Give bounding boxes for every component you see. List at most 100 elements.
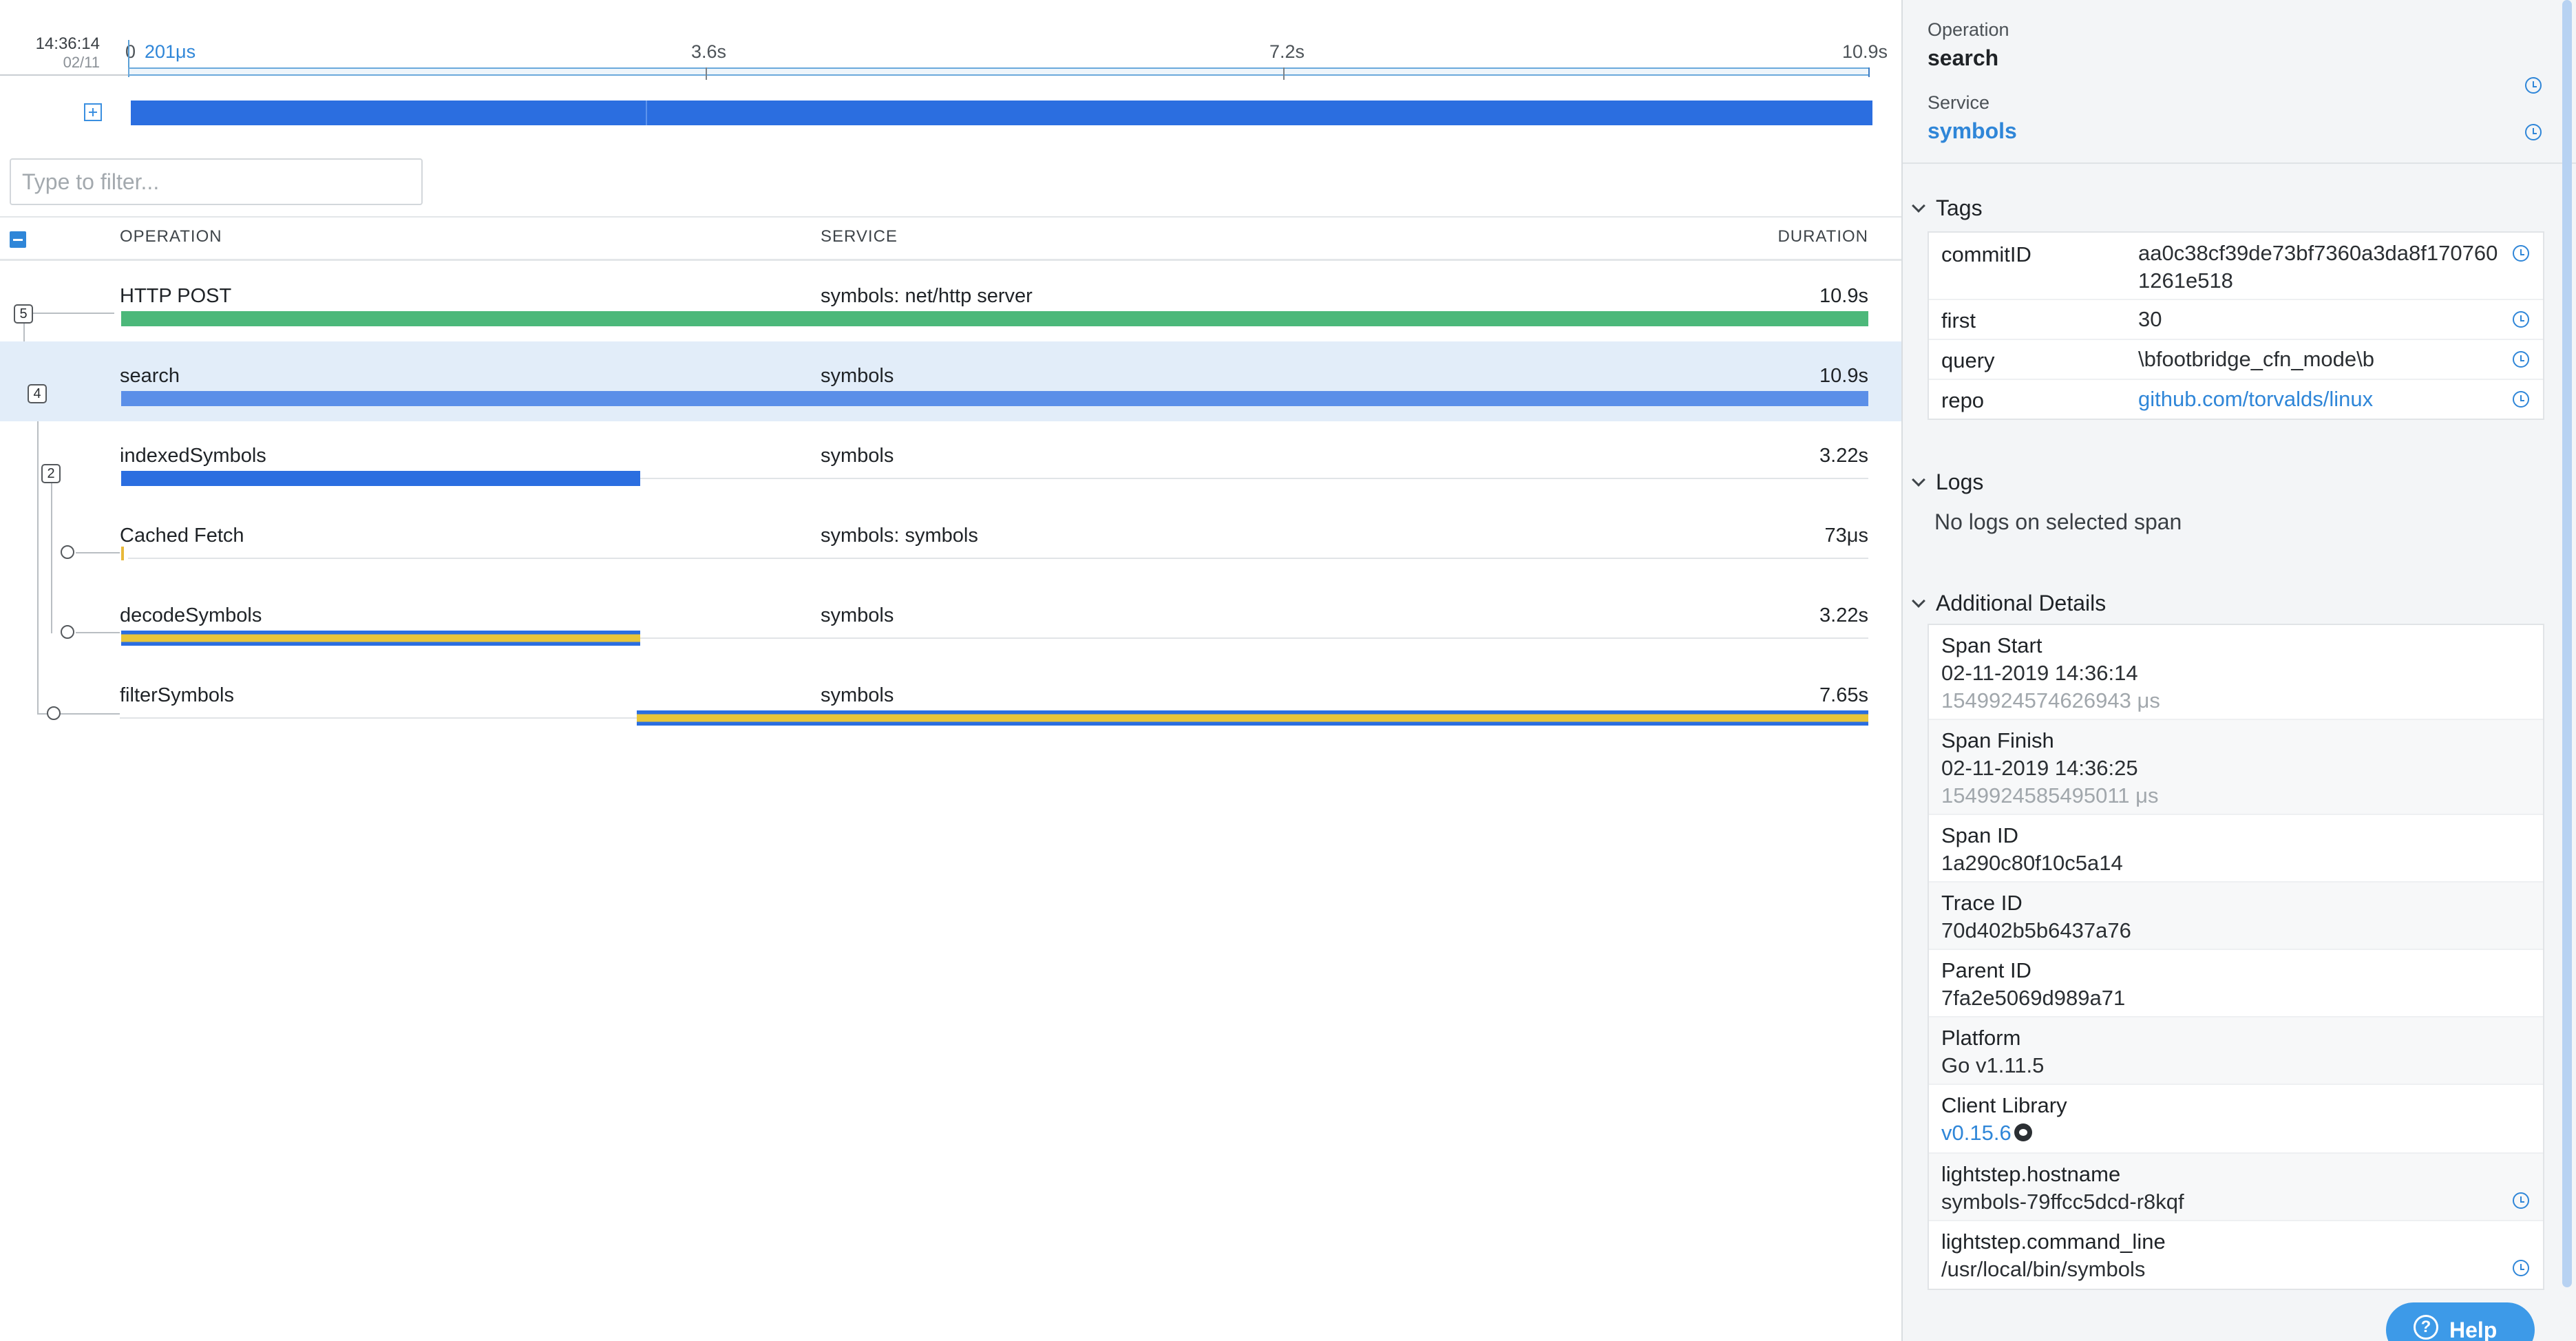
info-icon[interactable] <box>2525 77 2542 94</box>
tag-row: commitID aa0c38cf39de73bf7360a3da8f17076… <box>1929 233 2543 300</box>
ruler-tick-label: 7.2s <box>1269 41 1305 62</box>
detail-value: 70d402b5b6437a76 <box>1941 918 2131 942</box>
column-header-duration[interactable]: DURATION <box>1777 227 1868 246</box>
info-icon[interactable] <box>2525 124 2542 140</box>
child-count-badge[interactable]: 2 <box>41 464 61 483</box>
divider <box>1903 162 2576 164</box>
span-service: symbols <box>821 445 894 467</box>
operation-label: Operation <box>1928 19 2009 40</box>
trace-minimap[interactable] <box>131 101 1872 125</box>
row-separator <box>128 558 1868 559</box>
span-row-decode-symbols[interactable]: decodeSymbols symbols 3.22s <box>0 581 1901 661</box>
info-icon[interactable] <box>2513 391 2529 408</box>
timeline-ruler[interactable]: 0 201μs 3.6s 7.2s 10.9s <box>125 40 1888 80</box>
span-service: symbols <box>821 684 894 706</box>
detail-row: Trace ID 70d402b5b6437a76 <box>1929 883 2543 950</box>
trace-start-time: 14:36:14 02/11 <box>0 34 100 72</box>
info-icon[interactable] <box>2513 311 2529 328</box>
leaf-node-icon <box>47 706 61 720</box>
detail-subvalue: 1549924585495011 μs <box>1941 783 2159 807</box>
collapse-all-icon[interactable] <box>10 231 26 248</box>
detail-value: 1a290c80f10c5a14 <box>1941 851 2123 875</box>
github-icon[interactable] <box>2014 1123 2032 1141</box>
span-service: symbols: net/http server <box>821 285 1033 307</box>
span-operation: decodeSymbols <box>120 604 262 626</box>
service-link[interactable]: symbols <box>1928 118 2017 144</box>
detail-label: Span Finish <box>1941 728 2054 752</box>
span-bar[interactable] <box>121 391 1868 406</box>
detail-row: Client Library v0.15.6 <box>1929 1085 2543 1154</box>
span-operation: search <box>120 365 180 387</box>
info-icon[interactable] <box>2513 1192 2529 1209</box>
tag-key: query <box>1941 348 1995 372</box>
detail-row: lightstep.command_line /usr/local/bin/sy… <box>1929 1221 2543 1289</box>
additional-details-title[interactable]: Additional Details <box>1936 591 2106 616</box>
detail-value: symbols-79ffcc5dcd-r8kqf <box>1941 1190 2184 1214</box>
span-duration: 73μs <box>1824 525 1868 547</box>
span-bar[interactable] <box>121 311 1868 326</box>
span-bar[interactable] <box>121 547 124 560</box>
child-count-badge[interactable]: 4 <box>28 384 47 403</box>
span-operation: Cached Fetch <box>120 525 244 547</box>
tags-table: commitID aa0c38cf39de73bf7360a3da8f17076… <box>1928 231 2544 420</box>
span-bar[interactable] <box>636 710 1868 726</box>
info-icon[interactable] <box>2513 245 2529 262</box>
service-label: Service <box>1928 92 1990 113</box>
ruler-baseline <box>0 74 128 76</box>
detail-label: Span ID <box>1941 823 2019 847</box>
detail-label: lightstep.hostname <box>1941 1162 2121 1186</box>
detail-value: /usr/local/bin/symbols <box>1941 1257 2146 1281</box>
span-service: symbols <box>821 365 894 387</box>
detail-row: Span Finish 02-11-2019 14:36:25 15499245… <box>1929 720 2543 815</box>
help-icon: ? <box>2414 1315 2438 1340</box>
leaf-node-icon <box>61 625 74 639</box>
tree-connector <box>62 713 120 715</box>
help-button[interactable]: ? Help <box>2386 1302 2535 1341</box>
span-row-http-post[interactable]: 5 HTTP POST symbols: net/http server 10.… <box>0 262 1901 341</box>
span-bar[interactable] <box>121 631 640 646</box>
detail-label: Platform <box>1941 1026 2021 1050</box>
span-row-cached-fetch[interactable]: Cached Fetch symbols: symbols 73μs <box>0 501 1901 581</box>
detail-subvalue: 1549924574626943 μs <box>1941 688 2160 712</box>
ruler-tick-label: 10.9s <box>1842 41 1888 62</box>
column-header-service[interactable]: SERVICE <box>821 227 898 246</box>
chevron-down-icon[interactable] <box>1912 594 1925 608</box>
ruler-axis[interactable] <box>128 67 1870 76</box>
span-bar[interactable] <box>121 471 640 486</box>
tag-value-line: 1261e518 <box>2138 268 2233 293</box>
detail-label: lightstep.command_line <box>1941 1229 2166 1254</box>
span-row-filter-symbols[interactable]: filterSymbols symbols 7.65s <box>0 661 1901 741</box>
chevron-down-icon[interactable] <box>1912 199 1925 213</box>
panel-scrollbar[interactable] <box>2562 0 2572 1287</box>
ruler-tick-label: 3.6s <box>691 41 727 62</box>
span-row-indexed-symbols[interactable]: 2 indexedSymbols symbols 3.22s <box>0 421 1901 501</box>
filter-input[interactable] <box>10 158 423 205</box>
span-duration: 10.9s <box>1819 285 1868 307</box>
chevron-down-icon[interactable] <box>1912 473 1925 487</box>
tag-row: first 30 <box>1929 300 2543 340</box>
start-date: 02/11 <box>63 54 100 71</box>
detail-row: Platform Go v1.11.5 <box>1929 1017 2543 1085</box>
expand-minimap-icon[interactable] <box>84 103 102 121</box>
info-icon[interactable] <box>2513 1260 2529 1276</box>
tag-key: commitID <box>1941 242 2031 266</box>
tag-row: repo github.com/torvalds/linux <box>1929 380 2543 420</box>
detail-value: 7fa2e5069d989a71 <box>1941 986 2126 1010</box>
detail-label: Span Start <box>1941 633 2042 657</box>
leaf-node-icon <box>61 545 74 559</box>
logs-section-title[interactable]: Logs <box>1936 469 1983 495</box>
tags-section-title[interactable]: Tags <box>1936 196 1983 221</box>
child-count-badge[interactable]: 5 <box>14 304 33 324</box>
span-row-search[interactable]: 4 search symbols 10.9s <box>0 341 1901 421</box>
span-service: symbols: symbols <box>821 525 978 547</box>
tree-connector <box>76 552 120 553</box>
repo-link[interactable]: github.com/torvalds/linux <box>2138 386 2510 413</box>
detail-row: Span Start 02-11-2019 14:36:14 154992457… <box>1929 625 2543 720</box>
span-duration: 3.22s <box>1819 604 1868 626</box>
span-duration: 7.65s <box>1819 684 1868 706</box>
span-duration: 3.22s <box>1819 445 1868 467</box>
tree-connector <box>76 632 120 633</box>
info-icon[interactable] <box>2513 351 2529 368</box>
column-header-operation[interactable]: OPERATION <box>120 227 222 246</box>
client-library-link[interactable]: v0.15.6 <box>1941 1121 2012 1145</box>
